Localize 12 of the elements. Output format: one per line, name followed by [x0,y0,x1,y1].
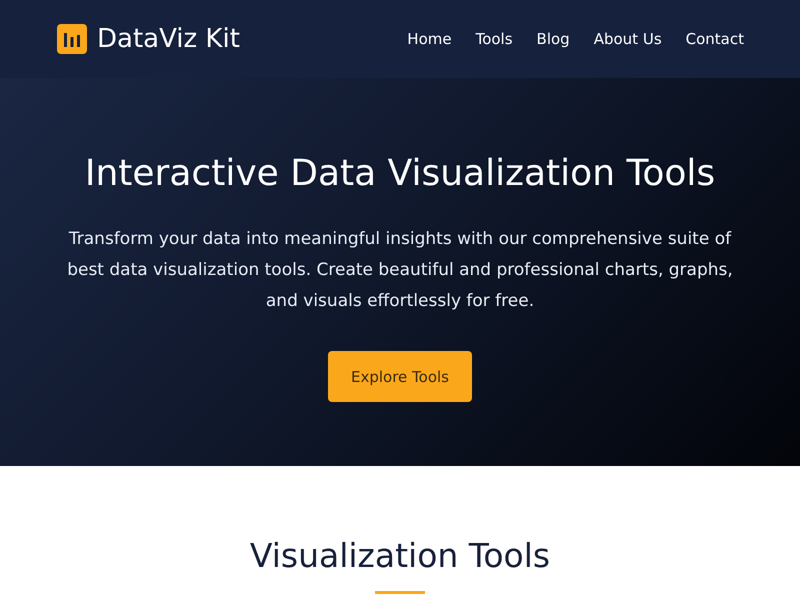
bar-chart-icon [57,24,87,54]
brand-name: DataViz Kit [97,24,240,54]
nav-link[interactable]: About Us [594,30,662,48]
nav-link[interactable]: Blog [536,30,570,48]
nav-link[interactable]: Tools [476,30,513,48]
title-underline [375,591,425,594]
hero-title: Interactive Data Visualization Tools [84,153,716,194]
explore-button[interactable]: Explore Tools [328,351,472,402]
nav-link[interactable]: Home [407,30,452,48]
section-title: Visualization Tools [250,536,550,575]
nav-link[interactable]: Contact [686,30,744,48]
hero-text: Transform your data into meaningful insights with our comprehensive suite of best data visualization tools. Create beautiful and professional charts, graphs, and visuals effortlessly for free. [66,228,734,313]
